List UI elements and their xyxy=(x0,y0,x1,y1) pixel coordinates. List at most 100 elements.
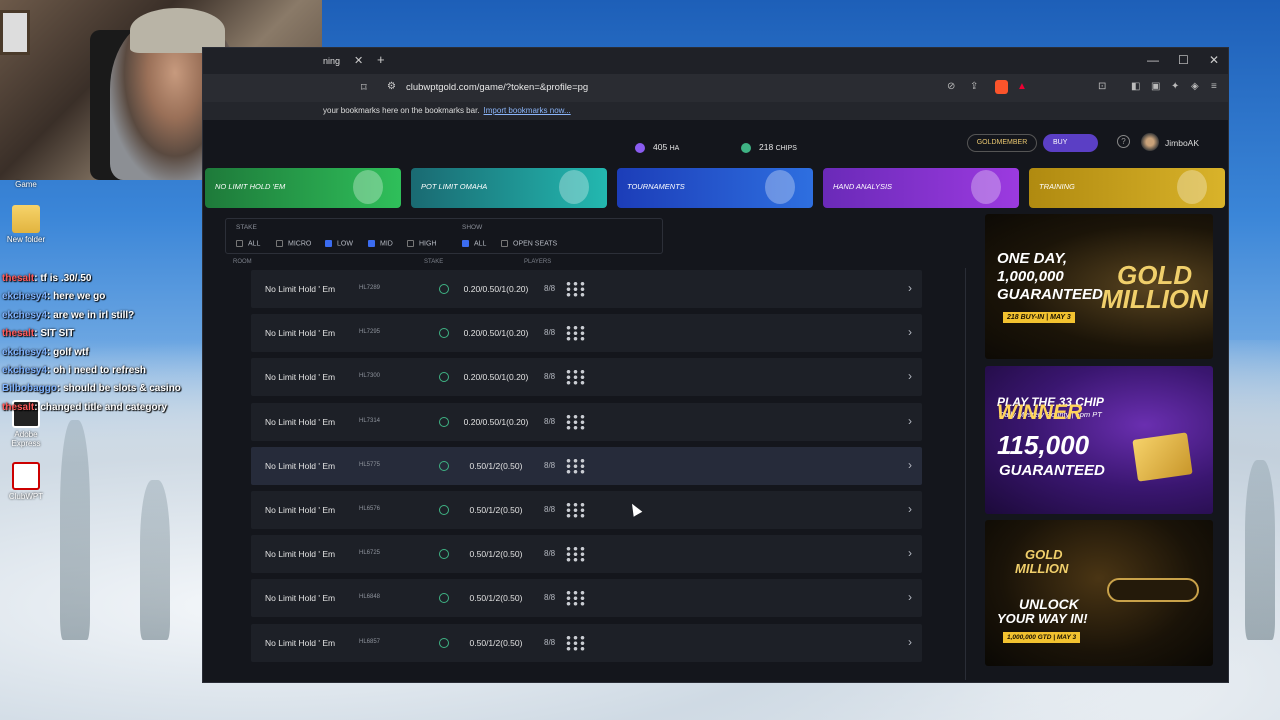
buy-button[interactable]: BUY xyxy=(1043,134,1098,152)
table-players: 8/8 xyxy=(544,372,556,382)
close-tab-icon[interactable]: ✕ xyxy=(354,54,363,67)
chevron-right-icon[interactable]: › xyxy=(908,635,912,649)
table-game-name: No Limit Hold ' Em xyxy=(265,284,336,294)
share-icon[interactable]: ⇪ xyxy=(970,81,978,92)
chat-message: : tf is .30/.50 xyxy=(34,273,92,284)
browser-tab[interactable]: ning xyxy=(323,51,373,74)
chevron-right-icon[interactable]: › xyxy=(908,325,912,339)
url-field[interactable]: clubwptgold.com/game/?token=&profile=pg xyxy=(406,82,588,93)
checkbox-icon xyxy=(236,240,243,247)
minimize-icon[interactable]: — xyxy=(1147,53,1159,67)
stake-micro-checkbox[interactable]: MICRO xyxy=(276,240,311,247)
desktop-icon-clubwpt[interactable]: ClubWPT xyxy=(4,462,48,501)
chat-line: ekchesy4: are we in irl still? xyxy=(2,307,217,325)
vpn-icon[interactable]: ◈ xyxy=(1191,81,1199,92)
promo-brand: MILLION xyxy=(1015,561,1069,576)
bookmarks-hint: your bookmarks here on the bookmarks bar… xyxy=(323,106,571,115)
help-icon[interactable]: ? xyxy=(1117,135,1130,148)
tab-tournaments[interactable]: TOURNAMENTS xyxy=(617,168,813,208)
graduation-cap-icon xyxy=(971,170,1001,204)
desktop-icon-new-folder[interactable]: New folder xyxy=(4,205,48,244)
menu-icon[interactable]: ≡ xyxy=(1211,81,1217,92)
extensions-icon[interactable]: ⊡ xyxy=(1098,81,1106,92)
bookmarks-bar: your bookmarks here on the bookmarks bar… xyxy=(203,102,1228,120)
import-bookmarks-link[interactable]: Import bookmarks now... xyxy=(484,106,571,115)
table-row[interactable]: No Limit Hold ' Em HL7295 0.20/0.50/1(0.… xyxy=(251,314,922,353)
table-game-name: No Limit Hold ' Em xyxy=(265,549,336,560)
table-stake: 0.50/1/2(0.50) xyxy=(469,460,523,471)
promo-brand: MILLION xyxy=(1101,284,1208,314)
translate-icon[interactable]: ⊘ xyxy=(947,81,955,92)
coin-icon xyxy=(439,284,449,294)
chat-message: : SIT SIT xyxy=(34,328,75,340)
coin-icon xyxy=(439,328,449,339)
wallet-icon[interactable]: ▣ xyxy=(1151,81,1160,92)
ha-unit: HA xyxy=(669,145,680,152)
promo-gold-million-unlock[interactable]: GOLD MILLION UNLOCK YOUR WAY IN! 1,000,0… xyxy=(985,520,1213,666)
seats-icon xyxy=(565,369,587,386)
tab-hand-analysis[interactable]: HAND ANALYSIS xyxy=(823,168,1019,208)
tab-training[interactable]: TRAINING xyxy=(1029,168,1225,208)
stake-mid-checkbox[interactable]: MID xyxy=(368,240,393,247)
column-header-room: ROOM xyxy=(233,259,252,265)
table-players: 8/8 xyxy=(544,328,556,338)
close-window-icon[interactable]: ✕ xyxy=(1209,53,1219,67)
chevron-right-icon[interactable]: › xyxy=(908,458,912,472)
avatar[interactable] xyxy=(1141,133,1159,151)
new-tab-icon[interactable]: + xyxy=(377,52,385,67)
chevron-right-icon[interactable]: › xyxy=(908,590,912,604)
chat-message: : are we in irl still? xyxy=(47,309,135,321)
maximize-icon[interactable]: ☐ xyxy=(1178,53,1189,67)
ai-icon[interactable]: ✦ xyxy=(1171,81,1179,92)
chat-username: ekchesy4 xyxy=(2,309,48,321)
chevron-right-icon[interactable]: › xyxy=(908,502,912,516)
scrollbar-track[interactable] xyxy=(965,268,966,680)
table-row[interactable]: No Limit Hold ' Em HL7300 0.20/0.50/1(0.… xyxy=(251,358,922,397)
browser-window: ning ✕ + — ☐ ✕ ⌑ ⚙ clubwptgold.com/game/… xyxy=(202,47,1229,683)
checkbox-label: LOW xyxy=(337,240,353,248)
tab-no-limit-holdem[interactable]: NO LIMIT HOLD 'EM xyxy=(205,168,401,208)
checkbox-icon xyxy=(407,240,414,247)
table-row[interactable]: No Limit Hold ' Em HL6725 0.50/1/2(0.50)… xyxy=(251,535,922,574)
chat-line: thesalt: changed title and category xyxy=(2,399,217,417)
tab-pot-limit-omaha[interactable]: POT LIMIT OMAHA xyxy=(411,168,607,208)
table-code: HL7300 xyxy=(359,373,381,380)
stake-high-checkbox[interactable]: HIGH xyxy=(407,240,437,247)
brave-shield-icon[interactable] xyxy=(995,80,1008,94)
show-open-seats-checkbox[interactable]: OPEN SEATS xyxy=(501,240,557,247)
sidebar-icon[interactable]: ◧ xyxy=(1131,81,1140,92)
chat-message: : changed title and category xyxy=(34,401,168,413)
table-row[interactable]: No Limit Hold ' Em HL6857 0.50/1/2(0.50)… xyxy=(251,623,922,662)
site-info-icon[interactable]: ⚙ xyxy=(387,81,396,92)
table-row[interactable]: No Limit Hold ' Em HL5775 0.50/1/2(0.50)… xyxy=(251,446,922,485)
seats-icon xyxy=(565,413,587,430)
checkbox-checked-icon xyxy=(325,240,332,247)
promo-tag: 1,000,000 GTD | MAY 3 xyxy=(1003,632,1081,643)
cards-icon xyxy=(559,170,589,204)
show-all-checkbox[interactable]: ALL xyxy=(462,240,486,247)
table-code: HL6848 xyxy=(359,594,381,601)
goldmember-button[interactable]: GOLDMEMBER xyxy=(967,134,1037,152)
chevron-right-icon[interactable]: › xyxy=(908,281,912,295)
stake-low-checkbox[interactable]: LOW xyxy=(325,240,353,247)
promo-33-chip-winner[interactable]: PLAY THE 33 CHIP Daily Mystery Bounty | … xyxy=(985,366,1213,514)
username[interactable]: JimboAK xyxy=(1165,138,1199,148)
table-players: 8/8 xyxy=(544,637,556,647)
chevron-right-icon[interactable]: › xyxy=(908,414,912,428)
chat-line: ekchesy4: golf wtf xyxy=(2,344,217,362)
table-row[interactable]: No Limit Hold ' Em HL6576 0.50/1/2(0.50)… xyxy=(251,490,922,529)
show-filter-label: SHOW xyxy=(462,224,483,231)
stake-all-checkbox[interactable]: ALL xyxy=(236,240,260,247)
chevron-right-icon[interactable]: › xyxy=(908,546,912,560)
table-game-name: No Limit Hold ' Em xyxy=(265,637,336,648)
table-row[interactable]: No Limit Hold ' Em HL6848 0.50/1/2(0.50)… xyxy=(251,579,922,618)
table-row[interactable]: No Limit Hold ' Em HL7314 0.20/0.50/1(0.… xyxy=(251,402,922,441)
promo-gold-million-one-day[interactable]: ONE DAY, 1,000,000 GUARANTEED GOLD MILLI… xyxy=(985,214,1213,359)
bookmark-icon[interactable]: ⌑ xyxy=(361,81,367,94)
table-row[interactable]: No Limit Hold ' Em HL7289 0.20/0.50/1(0.… xyxy=(251,270,922,308)
desktop-icon-game[interactable]: Game xyxy=(4,180,48,189)
chevron-right-icon[interactable]: › xyxy=(908,369,912,383)
coin-icon xyxy=(439,637,449,648)
table-game-name: No Limit Hold ' Em xyxy=(265,460,336,471)
rewards-icon[interactable]: ▲ xyxy=(1017,81,1027,92)
